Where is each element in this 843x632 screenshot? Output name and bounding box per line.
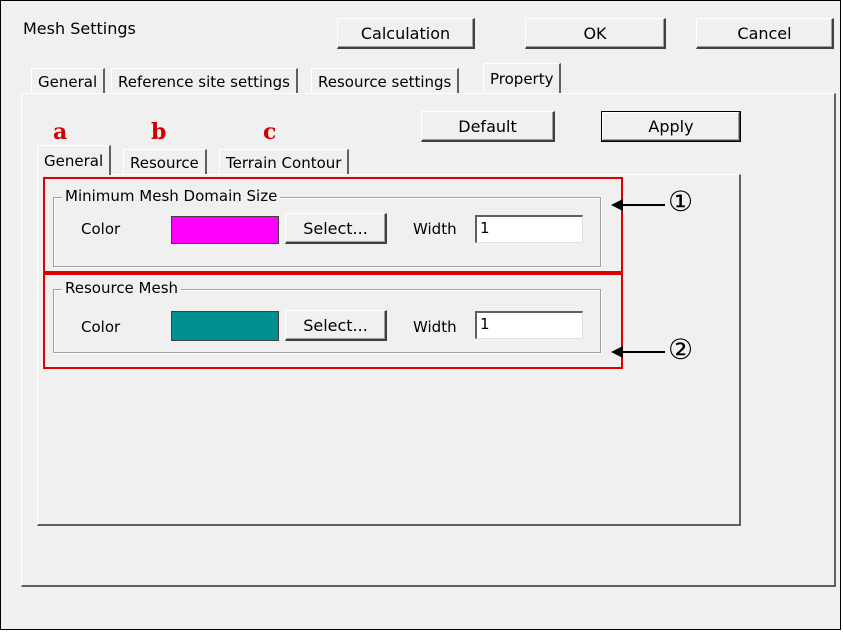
tab-general[interactable]: General <box>31 68 106 94</box>
cancel-button[interactable]: Cancel <box>696 18 834 49</box>
subtab-general-label: General <box>44 151 104 170</box>
marker-1: ① <box>668 185 694 218</box>
annotation-letter-b: b <box>151 119 167 145</box>
annotation-letter-a: a <box>53 119 68 145</box>
tab-resource-settings-label: Resource settings <box>318 72 452 91</box>
tab-property-label: Property <box>490 69 554 88</box>
arrow-line <box>621 204 665 206</box>
subtab-terrain-contour[interactable]: Terrain Contour <box>219 149 350 175</box>
tab-general-label: General <box>38 72 98 91</box>
ok-button[interactable]: OK <box>525 18 666 49</box>
calculation-button[interactable]: Calculation <box>337 18 475 49</box>
subtab-resource-label: Resource <box>130 153 199 172</box>
dialog-title: Mesh Settings <box>23 19 136 38</box>
annotation-letter-c: c <box>263 119 277 145</box>
default-button[interactable]: Default <box>421 111 555 142</box>
mesh-settings-dialog: Mesh Settings Calculation OK Cancel Gene… <box>0 0 841 630</box>
tab-property[interactable]: Property <box>483 63 562 93</box>
apply-button[interactable]: Apply <box>601 111 741 142</box>
subtab-resource[interactable]: Resource <box>123 149 207 175</box>
highlight-box-1 <box>43 177 623 273</box>
arrow-line <box>621 351 665 353</box>
marker-2: ② <box>668 333 694 366</box>
tab-resource-settings[interactable]: Resource settings <box>311 68 460 94</box>
subtab-general[interactable]: General <box>37 145 112 175</box>
tab-reference-site-settings-label: Reference site settings <box>118 72 290 91</box>
highlight-box-2 <box>43 273 623 369</box>
subtab-terrain-contour-label: Terrain Contour <box>226 153 342 172</box>
tab-reference-site-settings[interactable]: Reference site settings <box>111 68 298 94</box>
